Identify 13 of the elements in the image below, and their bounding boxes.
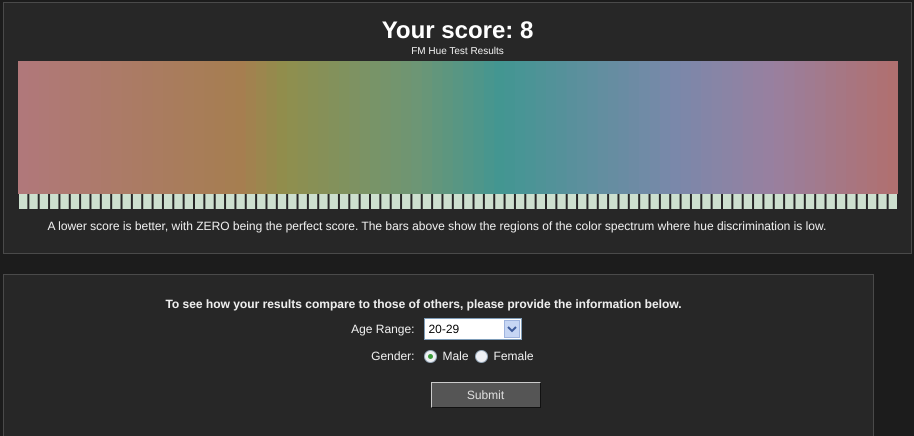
gender-option[interactable]: Female xyxy=(474,349,534,363)
radio-button[interactable] xyxy=(474,350,488,362)
age-select[interactable]: 20-29 xyxy=(424,318,522,340)
radio-button[interactable] xyxy=(424,350,436,362)
form-intro: To see how your results compare to those of others, please provide the information below. xyxy=(165,297,683,311)
submit-button[interactable]: Submit xyxy=(430,382,540,408)
gender-label: Gender: xyxy=(370,349,414,363)
score-title: Your score: 8 xyxy=(382,17,534,45)
age-label: Age Range: xyxy=(350,322,414,336)
chevron-icon xyxy=(504,320,520,338)
gender-option[interactable]: Male xyxy=(424,349,469,363)
score-explanation: A lower score is better, with ZERO being the perfect score. The bars above show the regions of the color spectrum where hue discrimination is low. xyxy=(46,219,828,233)
chart-subtitle: FM Hue Test Results xyxy=(411,45,504,59)
